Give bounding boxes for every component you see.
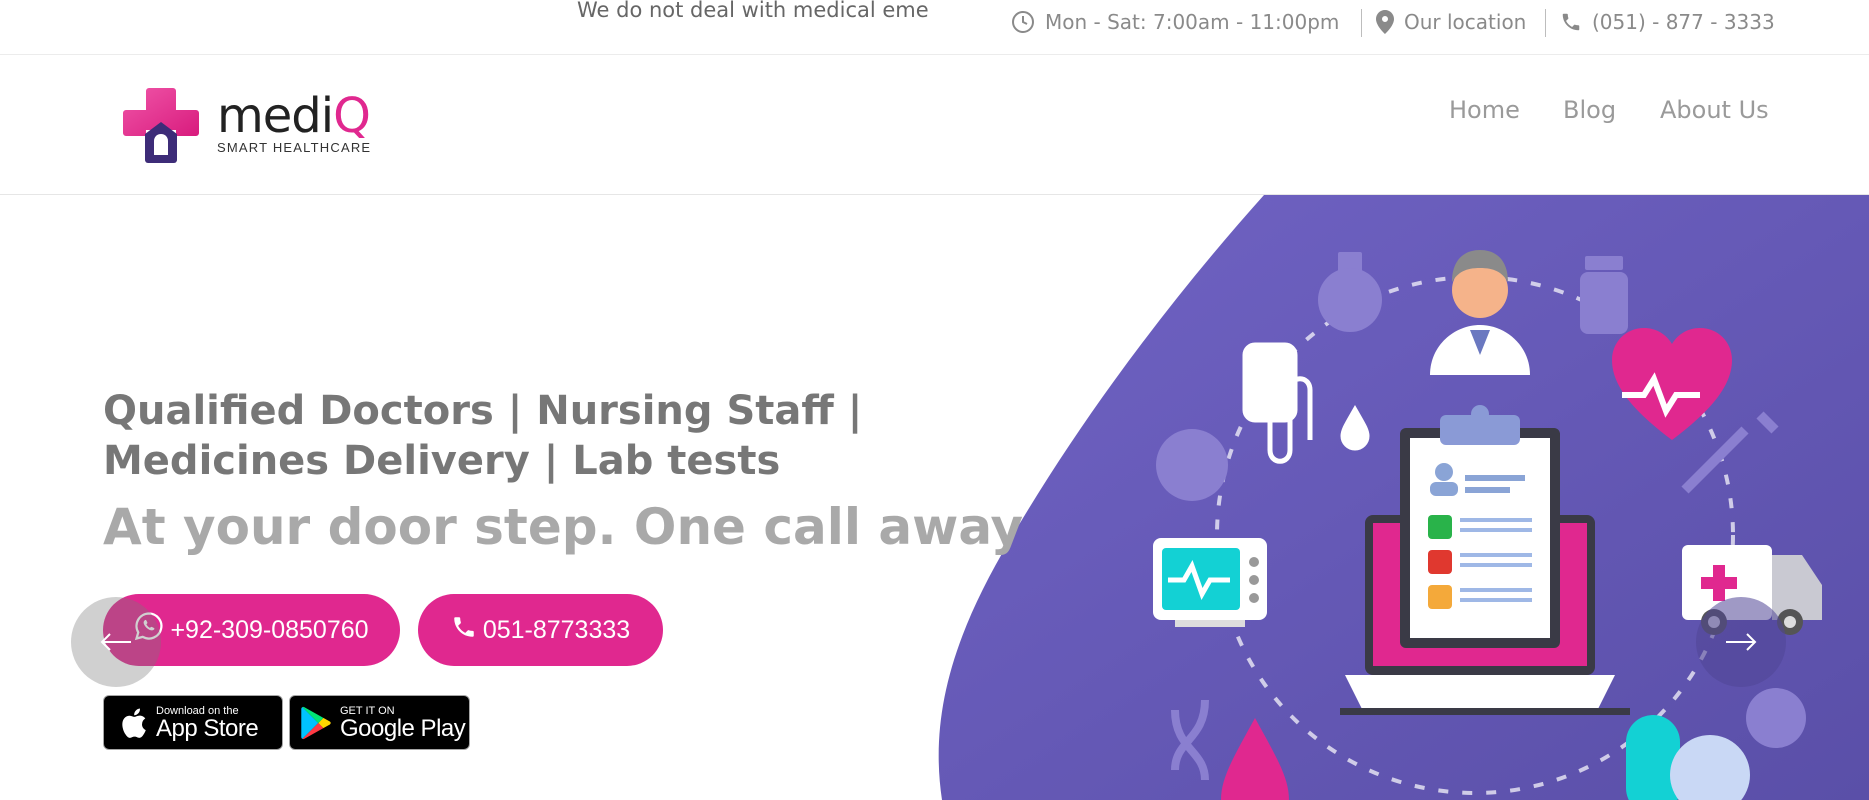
location-text: Our location: [1404, 10, 1527, 34]
arrow-right-icon: [1726, 633, 1757, 651]
map-pin-icon: [1376, 10, 1394, 34]
divider: [1361, 9, 1362, 37]
phone-icon: [454, 617, 474, 637]
hours-info: Mon - Sat: 7:00am - 11:00pm: [1011, 8, 1339, 36]
phone-number: 051-8773333: [482, 615, 631, 644]
hero-subtitle: At your door step. One call away: [103, 498, 1024, 556]
location-link[interactable]: Our location: [1376, 8, 1526, 36]
nav-blog[interactable]: Blog: [1563, 96, 1616, 124]
apple-logo-icon: [122, 708, 146, 738]
google-play-badge[interactable]: GET IT ON Google Play: [289, 695, 470, 750]
carousel-prev-button[interactable]: [71, 597, 161, 687]
app-store-title: App Store: [156, 714, 259, 742]
heart-monitor-icon: [1153, 538, 1267, 627]
google-play-icon: [301, 706, 331, 739]
logo-name-accent: Q: [333, 88, 371, 144]
logo-tagline: SMART HEALTHCARE: [217, 140, 372, 155]
divider: [1545, 9, 1546, 37]
clock-icon: [1012, 11, 1034, 33]
top-bar: We do not deal with medical eme Mon - Sa…: [0, 0, 1869, 55]
arrow-left-icon: [100, 633, 131, 651]
pill-icon: [1156, 429, 1228, 501]
logo-name: medi: [217, 88, 334, 144]
nav-home[interactable]: Home: [1449, 96, 1520, 124]
hero-title: Qualified Doctors | Nursing Staff | Medi…: [103, 388, 863, 484]
phone-link[interactable]: (051) - 877 - 3333: [1560, 8, 1775, 36]
announcement-ticker: We do not deal with medical eme: [577, 0, 929, 22]
hours-text: Mon - Sat: 7:00am - 11:00pm: [1045, 10, 1340, 34]
capsule-icon: [1626, 715, 1680, 800]
carousel-next-button[interactable]: [1696, 597, 1786, 687]
apple-icon: [1746, 688, 1806, 748]
app-store-badge[interactable]: Download on the App Store: [103, 695, 283, 750]
phone-call-button[interactable]: 051-8773333: [418, 594, 663, 666]
nav-about-us[interactable]: About Us: [1660, 96, 1769, 124]
google-play-title: Google Play: [340, 714, 466, 742]
medical-cross-logo-icon: [123, 88, 199, 163]
medicine-bottle-icon: [1580, 256, 1628, 334]
logo-wordmark: mediQ: [217, 88, 371, 144]
phone-text: (051) - 877 - 3333: [1592, 10, 1775, 34]
phone-icon: [1562, 13, 1580, 31]
whatsapp-number: +92-309-0850760: [170, 615, 369, 644]
